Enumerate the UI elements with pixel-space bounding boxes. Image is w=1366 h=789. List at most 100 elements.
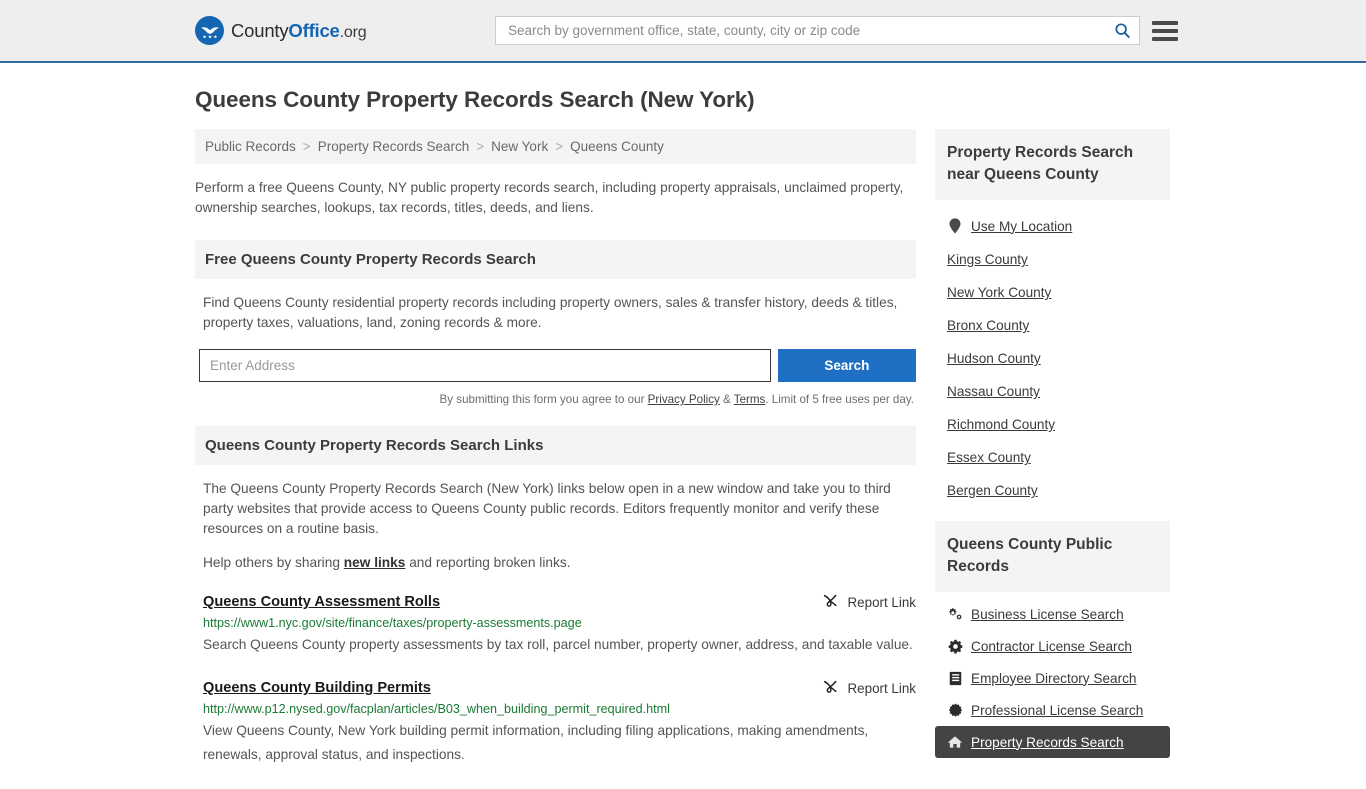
help-suffix: and reporting broken links. (405, 555, 571, 570)
sidebar-item-label[interactable]: Kings County (947, 252, 1028, 267)
page-container: Queens County Property Records Search (N… (0, 87, 1366, 789)
sidebar-item-new-york-county[interactable]: New York County (935, 276, 1170, 309)
list-item: Queens County Building Permits Report Li… (203, 679, 916, 767)
home-icon (947, 734, 963, 750)
cog-icon (947, 638, 963, 654)
sidebar-item-label[interactable]: Property Records Search (971, 735, 1124, 750)
report-link-button[interactable]: Report Link (822, 679, 916, 697)
global-search-input[interactable] (506, 22, 1113, 39)
record-link-url: http://www.p12.nysed.gov/facplan/article… (203, 702, 670, 716)
logo-text-part1: County (231, 19, 289, 41)
search-icon[interactable] (1113, 22, 1131, 40)
sidebar-item-label[interactable]: Professional License Search (971, 703, 1143, 718)
sidebar-item-label[interactable]: Bronx County (947, 318, 1029, 333)
record-link-url: https://www1.nyc.gov/site/finance/taxes/… (203, 616, 582, 630)
breadcrumb-item-public-records[interactable]: Public Records (205, 139, 296, 154)
list-item: Queens County Assessment Rolls Report Li… (203, 593, 916, 657)
breadcrumb-item-new-york[interactable]: New York (491, 139, 548, 154)
report-link-button[interactable]: Report Link (822, 593, 916, 611)
terms-link[interactable]: Terms (734, 393, 766, 406)
sidebar-item-nassau-county[interactable]: Nassau County (935, 375, 1170, 408)
sidebar-item-richmond-county[interactable]: Richmond County (935, 408, 1170, 441)
site-header: CountyOffice.org (0, 0, 1366, 63)
disclaimer-prefix: By submitting this form you agree to our (439, 393, 648, 406)
global-search-box[interactable] (495, 16, 1140, 45)
sidebar-item-property-records-search[interactable]: Property Records Search (935, 726, 1170, 758)
links-section-paragraph: The Queens County Property Records Searc… (203, 481, 891, 536)
help-prefix: Help others by sharing (203, 555, 344, 570)
sidebar-nearby-block: Property Records Search near Queens Coun… (935, 129, 1170, 507)
links-section-help: Help others by sharing new links and rep… (203, 553, 916, 573)
sidebar-item-label[interactable]: Business License Search (971, 607, 1124, 622)
sidebar-item-bergen-county[interactable]: Bergen County (935, 474, 1170, 507)
hamburger-bar (1152, 36, 1178, 41)
sidebar-item-label[interactable]: New York County (947, 285, 1051, 300)
unlink-icon (822, 679, 839, 697)
form-disclaimer: By submitting this form you agree to our… (195, 393, 914, 406)
sidebar-item-use-my-location[interactable]: Use My Location (935, 209, 1170, 243)
sidebar-public-records-block: Queens County Public Records Business Li… (935, 521, 1170, 758)
hamburger-menu-icon[interactable] (1152, 20, 1178, 41)
breadcrumb-separator: > (476, 139, 485, 154)
disclaimer-suffix: . Limit of 5 free uses per day. (765, 393, 914, 406)
report-link-label: Report Link (847, 680, 916, 696)
sidebar-item-hudson-county[interactable]: Hudson County (935, 342, 1170, 375)
new-links-link[interactable]: new links (344, 555, 406, 570)
sidebar-nearby-heading: Property Records Search near Queens Coun… (935, 129, 1170, 200)
site-logo[interactable]: CountyOffice.org (195, 16, 367, 45)
sidebar-item-label[interactable]: Employee Directory Search (971, 671, 1136, 686)
address-input[interactable] (199, 349, 771, 382)
cogs-icon (947, 606, 963, 622)
disclaimer-amp: & (719, 393, 734, 406)
sidebar-item-label[interactable]: Contractor License Search (971, 639, 1132, 654)
breadcrumb-separator: > (555, 139, 564, 154)
sidebar-item-employee-directory-search[interactable]: Employee Directory Search (935, 662, 1170, 694)
hamburger-bar (1152, 20, 1178, 25)
links-section-heading: Queens County Property Records Search Li… (195, 426, 916, 465)
hamburger-bar (1152, 28, 1178, 33)
sidebar-item-kings-county[interactable]: Kings County (935, 243, 1170, 276)
sidebar: Property Records Search near Queens Coun… (935, 129, 1170, 772)
links-section-body: The Queens County Property Records Searc… (195, 465, 916, 573)
sidebar-item-bronx-county[interactable]: Bronx County (935, 309, 1170, 342)
free-search-heading: Free Queens County Property Records Sear… (195, 240, 916, 279)
page-title: Queens County Property Records Search (N… (195, 87, 755, 112)
sidebar-item-label[interactable]: Hudson County (947, 351, 1041, 366)
logo-text-tld: .org (339, 23, 367, 41)
breadcrumb-separator: > (302, 139, 311, 154)
main-content: Public Records > Property Records Search… (195, 129, 916, 789)
sidebar-public-records-list: Business License Search Contractor Licen… (935, 592, 1170, 758)
sidebar-item-essex-county[interactable]: Essex County (935, 441, 1170, 474)
breadcrumb-item-queens-county[interactable]: Queens County (570, 139, 664, 154)
header-search-zone (495, 16, 1178, 45)
free-search-body: Find Queens County residential property … (195, 279, 916, 333)
sidebar-item-label[interactable]: Richmond County (947, 417, 1055, 432)
page-layout: Public Records > Property Records Search… (195, 129, 1171, 789)
record-link-title[interactable]: Queens County Assessment Rolls (203, 594, 440, 610)
record-link-description: View Queens County, New York building pe… (203, 723, 869, 762)
id-card-icon (947, 670, 963, 686)
record-link-title[interactable]: Queens County Building Permits (203, 680, 431, 696)
search-button[interactable]: Search (777, 349, 916, 382)
link-row: Queens County Building Permits Report Li… (203, 679, 916, 697)
sidebar-item-label[interactable]: Nassau County (947, 384, 1040, 399)
sidebar-item-professional-license-search[interactable]: Professional License Search (935, 694, 1170, 726)
sidebar-item-business-license-search[interactable]: Business License Search (935, 598, 1170, 630)
free-search-description: Find Queens County residential property … (203, 295, 898, 330)
address-search-form: Search (195, 349, 916, 382)
sidebar-item-label[interactable]: Essex County (947, 450, 1031, 465)
sidebar-item-contractor-license-search[interactable]: Contractor License Search (935, 630, 1170, 662)
records-link-list: Queens County Assessment Rolls Report Li… (195, 593, 916, 767)
sidebar-public-records-heading: Queens County Public Records (935, 521, 1170, 592)
privacy-policy-link[interactable]: Privacy Policy (648, 393, 720, 406)
sidebar-item-label[interactable]: Use My Location (971, 219, 1072, 234)
sidebar-item-label[interactable]: Bergen County (947, 483, 1038, 498)
breadcrumb: Public Records > Property Records Search… (195, 129, 916, 164)
logo-text: CountyOffice.org (231, 19, 367, 42)
record-link-description: Search Queens County property assessment… (203, 637, 913, 652)
unlink-icon (822, 593, 839, 611)
logo-text-part2: Office (288, 19, 340, 41)
link-row: Queens County Assessment Rolls Report Li… (203, 593, 916, 611)
report-link-label: Report Link (847, 594, 916, 610)
breadcrumb-item-property-records-search[interactable]: Property Records Search (318, 139, 470, 154)
